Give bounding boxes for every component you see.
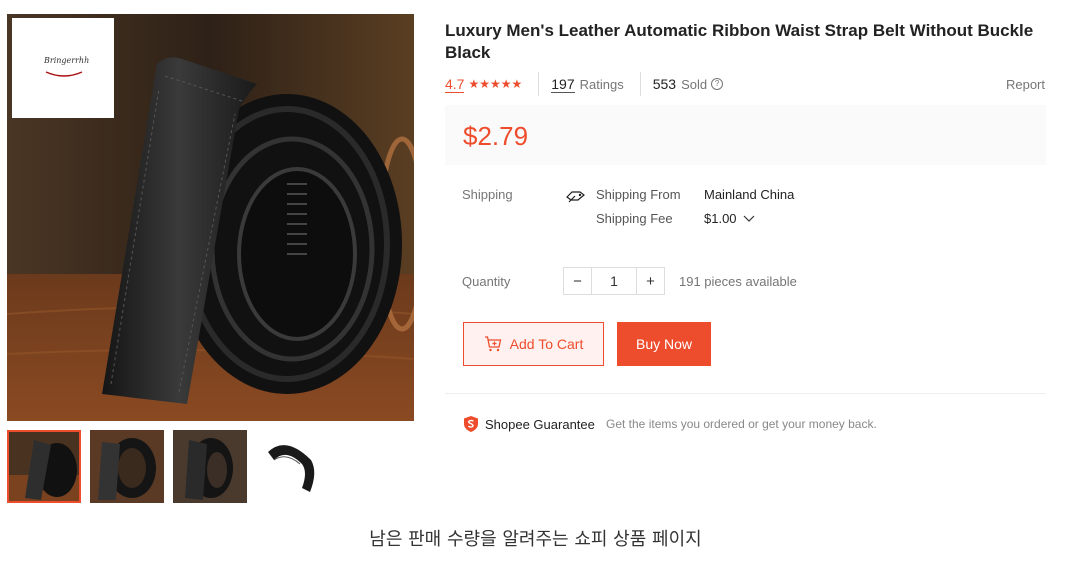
product-title: Luxury Men's Leather Automatic Ribbon Wa… — [445, 21, 1034, 62]
shipping-fee-value[interactable]: $1.00 — [704, 211, 755, 226]
shipping-label: Shipping — [462, 187, 513, 202]
sold-count: 553 — [652, 76, 677, 92]
guarantee-description: Get the items you ordered or get your mo… — [606, 417, 877, 431]
divider — [538, 72, 540, 96]
report-link[interactable]: Report — [1006, 77, 1045, 92]
buy-now-button[interactable]: Buy Now — [617, 322, 711, 366]
add-to-cart-button[interactable]: Add To Cart — [463, 322, 604, 366]
thumbnail-1[interactable] — [7, 430, 81, 503]
star-icon: ★★★★★ — [468, 77, 523, 91]
thumbnail-strip — [7, 430, 330, 503]
price-section: $2.79 — [445, 105, 1046, 165]
truck-icon — [566, 191, 585, 203]
quantity-decrease-button[interactable]: − — [563, 267, 592, 295]
sold-label: Sold — [681, 76, 708, 92]
rating-row: 4.7 ★★★★★ 197 Ratings 553 Sold ? Report — [445, 72, 1045, 96]
shipping-fee-label: Shipping Fee — [596, 211, 673, 226]
product-price: $2.79 — [463, 121, 529, 151]
question-circle-icon[interactable]: ? — [711, 78, 724, 90]
brand-logo: Bringerrhh — [12, 18, 114, 118]
brand-logo-text: Bringerrhh — [44, 56, 90, 65]
rating-value[interactable]: 4.7 — [445, 76, 465, 93]
shipping-fee-amount: $1.00 — [704, 211, 737, 226]
shipping-from-value: Mainland China — [704, 187, 795, 202]
thumbnail-3[interactable] — [173, 430, 247, 503]
shield-icon — [464, 416, 478, 432]
add-cart-icon — [484, 336, 501, 352]
logo-swoosh-icon — [45, 71, 83, 77]
shipping-from-label: Shipping From — [596, 187, 681, 202]
quantity-stepper: − 1 + — [563, 267, 665, 295]
ratings-count[interactable]: 197 — [551, 76, 575, 93]
quantity-increase-button[interactable]: + — [636, 267, 665, 295]
section-divider — [445, 393, 1046, 394]
chevron-down-icon — [743, 215, 755, 222]
quantity-input[interactable]: 1 — [592, 267, 636, 295]
thumbnail-4[interactable] — [256, 430, 330, 503]
quantity-label: Quantity — [462, 274, 511, 289]
thumbnail-2[interactable] — [90, 430, 164, 503]
image-caption: 남은 판매 수량을 알려주는 쇼피 상품 페이지 — [369, 529, 702, 550]
divider — [639, 72, 641, 96]
shopee-guarantee-link[interactable]: Shopee Guarantee — [485, 417, 595, 432]
stock-available: 191 pieces available — [679, 274, 797, 289]
ratings-label: Ratings — [579, 76, 624, 92]
add-to-cart-label: Add To Cart — [509, 336, 584, 352]
